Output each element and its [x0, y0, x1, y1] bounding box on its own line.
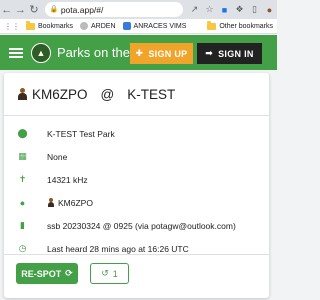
last-heard-row: ◷ Last heard 28 mins ago at 16:26 UTC: [4, 237, 269, 260]
spot-history-button[interactable]: ↺ 1: [90, 263, 129, 284]
comment-icon: ▮: [20, 220, 25, 230]
activator-avatar-icon: [17, 88, 28, 100]
history-count: 1: [112, 268, 118, 279]
bookmark-item[interactable]: Bookmarks: [26, 20, 73, 30]
site-icon: [80, 22, 89, 30]
sign-up-button[interactable]: ✚ SIGN UP: [130, 43, 193, 64]
browser-toolbar: ← → ↻ 🔒 pota.app/#/ ↗ ☆ ■ ❖ ▯ ●: [0, 0, 277, 19]
folder-icon: [207, 20, 217, 30]
bookmark-item[interactable]: ARDEN: [80, 22, 116, 30]
park-name: K-TEST Test Park: [47, 128, 115, 139]
spotter-row: ● KM6ZPO: [4, 191, 269, 214]
divider: [4, 254, 269, 255]
clock-icon: ◷: [18, 243, 27, 253]
spot-card: KM6ZPO @ K-TEST ⬤ K-TEST Test Park ▦ Non…: [4, 73, 269, 298]
spotter-avatar-icon: [47, 198, 55, 207]
lock-icon: 🔒: [49, 5, 59, 13]
park-name-row: ⬤ K-TEST Test Park: [4, 122, 269, 145]
frequency-row: ✝ 14321 kHz: [4, 168, 269, 191]
back-icon[interactable]: ←: [0, 0, 14, 19]
park-reference[interactable]: K-TEST: [127, 87, 175, 102]
last-heard-text: Last heard 28 mins ago at 16:26 UTC: [47, 243, 189, 254]
puzzle-icon[interactable]: ❖: [232, 4, 247, 15]
folder-icon: [26, 20, 35, 30]
site-icon: [122, 22, 131, 30]
history-icon: ↺: [101, 268, 109, 278]
apps-grid-icon[interactable]: ⋮⋮: [4, 22, 20, 31]
frequency-value: 14321 kHz: [47, 174, 88, 185]
star-icon[interactable]: ☆: [202, 4, 217, 15]
antenna-icon: ✝: [18, 174, 27, 184]
address-bar[interactable]: 🔒 pota.app/#/: [44, 2, 183, 17]
bookmarks-bar: ⋮⋮ Bookmarks ARDEN ANRACES VIMS Other bo…: [0, 19, 277, 34]
other-bookmarks[interactable]: Other bookmarks: [207, 20, 273, 30]
grid-value: None: [47, 151, 68, 162]
grid-map-icon: ▦: [18, 151, 27, 161]
sign-in-button[interactable]: ➡ SIGN IN: [197, 43, 262, 64]
reload-icon[interactable]: ↻: [27, 0, 41, 19]
spotter-icon: ●: [19, 197, 26, 208]
sidepanel-icon[interactable]: ▯: [247, 4, 262, 15]
comment-text: ssb 20230324 @ 0925 (via potagw@outlook.…: [47, 220, 236, 231]
respot-button[interactable]: RE-SPOT ⟳: [16, 263, 78, 284]
share-icon[interactable]: ↗: [187, 4, 202, 15]
bookmark-item[interactable]: ANRACES VIMS: [122, 22, 186, 30]
profile-icon[interactable]: ●: [262, 5, 277, 15]
pota-logo[interactable]: ▲: [31, 42, 51, 63]
activator-callsign[interactable]: KM6ZPO: [32, 87, 88, 102]
extension-icon[interactable]: ■: [217, 5, 232, 15]
login-icon: ➡: [205, 48, 214, 58]
add-user-icon: ✚: [135, 48, 144, 58]
refresh-icon: ⟳: [65, 268, 73, 278]
location-pin-icon: ⬤: [17, 128, 28, 138]
address-url: pota.app/#/: [60, 4, 104, 15]
forward-icon[interactable]: →: [14, 0, 28, 19]
menu-icon[interactable]: [9, 47, 23, 58]
grid-row: ▦ None: [4, 145, 269, 168]
spot-header: KM6ZPO @ K-TEST: [4, 73, 269, 116]
at-symbol: @: [100, 86, 115, 102]
spotter-callsign[interactable]: KM6ZPO: [58, 198, 93, 208]
comment-row: ▮ ssb 20230324 @ 0925 (via potagw@outloo…: [4, 214, 269, 237]
